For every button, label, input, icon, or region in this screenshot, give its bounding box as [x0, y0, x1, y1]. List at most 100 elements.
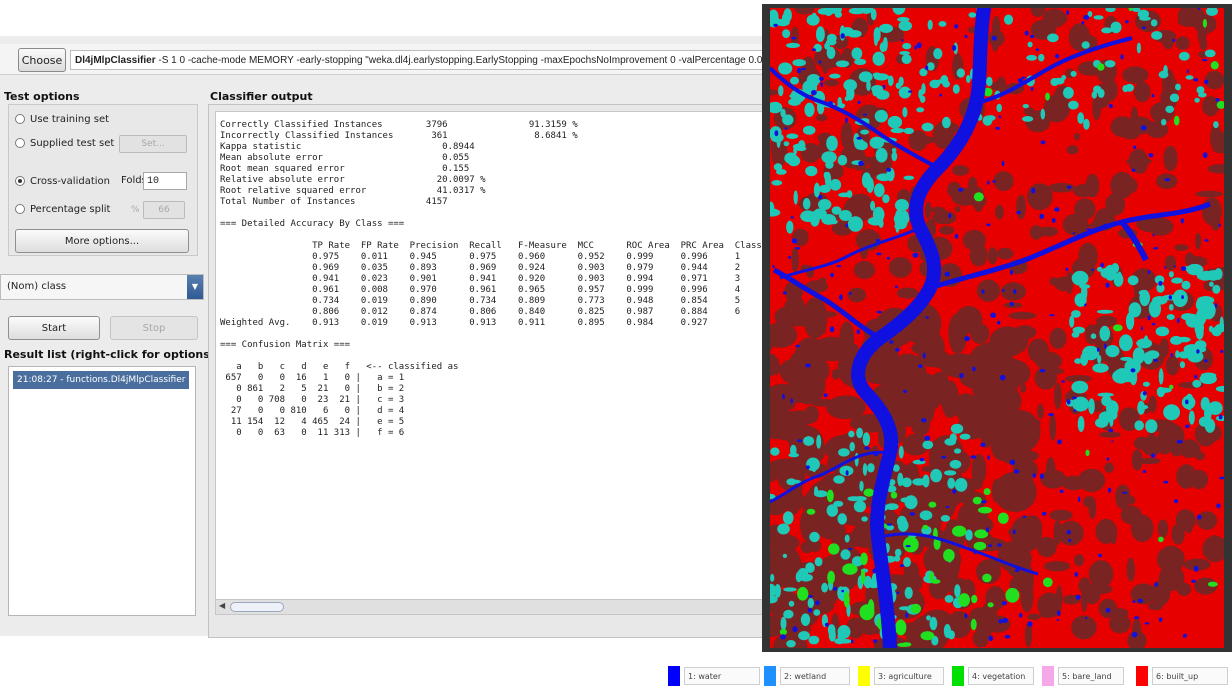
list-item[interactable]: 21:08:27 - functions.Dl4jMlpClassifier	[13, 371, 189, 389]
map-patch	[1181, 295, 1184, 300]
map-patch	[949, 459, 962, 469]
map-patch	[1208, 325, 1214, 333]
map-patch	[889, 340, 894, 344]
map-patch	[903, 557, 911, 568]
map-patch	[1169, 434, 1184, 457]
map-patch	[954, 478, 968, 492]
legend-swatch	[858, 666, 870, 686]
horizontal-scrollbar[interactable]: ◀	[215, 599, 770, 615]
map-patch	[782, 393, 785, 400]
map-patch	[1081, 21, 1085, 25]
map-patch	[1048, 413, 1054, 417]
map-patch	[1012, 529, 1016, 535]
map-patch	[941, 380, 959, 419]
map-patch	[1191, 579, 1196, 583]
map-patch	[985, 527, 989, 533]
map-patch	[1039, 213, 1044, 219]
map-patch	[954, 206, 961, 213]
chevron-down-icon[interactable]: ▼	[187, 275, 203, 299]
map-patch	[869, 136, 884, 149]
folds-input[interactable]: 10	[143, 172, 187, 190]
map-patch	[894, 199, 909, 212]
map-patch	[1197, 296, 1215, 305]
map-patch	[820, 81, 823, 88]
map-patch	[1202, 197, 1222, 226]
map-patch	[858, 71, 873, 83]
map-patch	[1140, 125, 1147, 131]
map-patch	[980, 442, 986, 447]
map-patch	[1073, 409, 1077, 412]
radio-label: Supplied test set	[30, 137, 115, 149]
map-patch	[1109, 103, 1113, 109]
map-patch	[1119, 334, 1133, 352]
map-patch	[1130, 368, 1136, 373]
more-options-button[interactable]: More options...	[15, 229, 189, 253]
map-patch	[1163, 65, 1168, 76]
map-patch	[998, 115, 1001, 119]
map-patch	[1116, 271, 1123, 287]
map-patch	[1153, 247, 1159, 250]
map-patch	[867, 216, 884, 226]
map-patch	[965, 529, 973, 541]
map-patch	[827, 624, 836, 636]
map-patch	[968, 176, 978, 192]
map-patch	[1045, 92, 1050, 101]
map-patch	[1204, 49, 1216, 58]
map-patch	[784, 127, 788, 130]
radio-use-training-set[interactable]: Use training set	[15, 109, 109, 129]
stop-button[interactable]: Stop	[110, 316, 198, 340]
map-patch	[1105, 345, 1120, 358]
map-patch	[896, 515, 907, 528]
map-patch	[1101, 27, 1113, 34]
map-patch	[912, 252, 919, 258]
map-patch	[811, 89, 817, 96]
map-patch	[783, 8, 792, 23]
map-patch	[1218, 414, 1223, 420]
result-list[interactable]: 21:08:27 - functions.Dl4jMlpClassifier	[8, 366, 196, 616]
choose-button[interactable]: Choose	[18, 48, 66, 72]
set-button[interactable]: Set...	[119, 135, 187, 153]
map-patch	[1071, 615, 1097, 640]
map-patch	[780, 108, 786, 118]
map-patch	[856, 136, 863, 140]
percent-input[interactable]: 66	[143, 201, 185, 219]
map-patch	[916, 42, 922, 49]
map-patch	[998, 619, 1004, 624]
radio-supplied-test-set[interactable]: Supplied test set	[15, 133, 114, 153]
map-patch	[851, 47, 863, 60]
map-patch	[1078, 242, 1098, 270]
map-patch	[834, 638, 845, 645]
classifier-output-text-area[interactable]: Correctly Classified Instances 3796 91.3…	[215, 111, 770, 601]
radio-percentage-split[interactable]: Percentage split	[15, 199, 110, 219]
map-patch	[903, 536, 919, 553]
map-patch	[981, 289, 985, 294]
scrollbar-thumb[interactable]	[230, 602, 284, 612]
map-patch	[890, 118, 899, 128]
map-patch	[875, 90, 890, 100]
arrow-left-icon[interactable]: ◀	[219, 601, 225, 610]
map-patch	[1207, 581, 1218, 587]
map-patch	[824, 42, 830, 50]
map-patch	[1108, 428, 1114, 433]
map-patch	[1167, 358, 1177, 374]
map-patch	[987, 455, 990, 460]
start-button[interactable]: Start	[8, 316, 100, 340]
map-patch	[1194, 374, 1198, 379]
class-select[interactable]: (Nom) class ▼	[0, 274, 204, 300]
map-patch	[786, 640, 796, 648]
map-patch	[948, 213, 952, 219]
map-patch	[824, 622, 829, 627]
classifier-command-field[interactable]: Dl4jMlpClassifier -S 1 0 -cache-mode MEM…	[70, 50, 768, 70]
map-patch	[1144, 622, 1150, 625]
map-patch	[950, 423, 964, 434]
map-patch	[1002, 601, 1007, 606]
map-patch	[985, 115, 996, 121]
map-patch	[873, 27, 881, 42]
map-patch	[1074, 198, 1096, 220]
legend-swatch	[1042, 666, 1054, 686]
map-patch	[826, 135, 838, 152]
map-patch	[845, 117, 848, 124]
map-patch	[1122, 66, 1149, 84]
map-patch	[862, 432, 871, 446]
radio-cross-validation[interactable]: Cross-validation	[15, 171, 110, 191]
